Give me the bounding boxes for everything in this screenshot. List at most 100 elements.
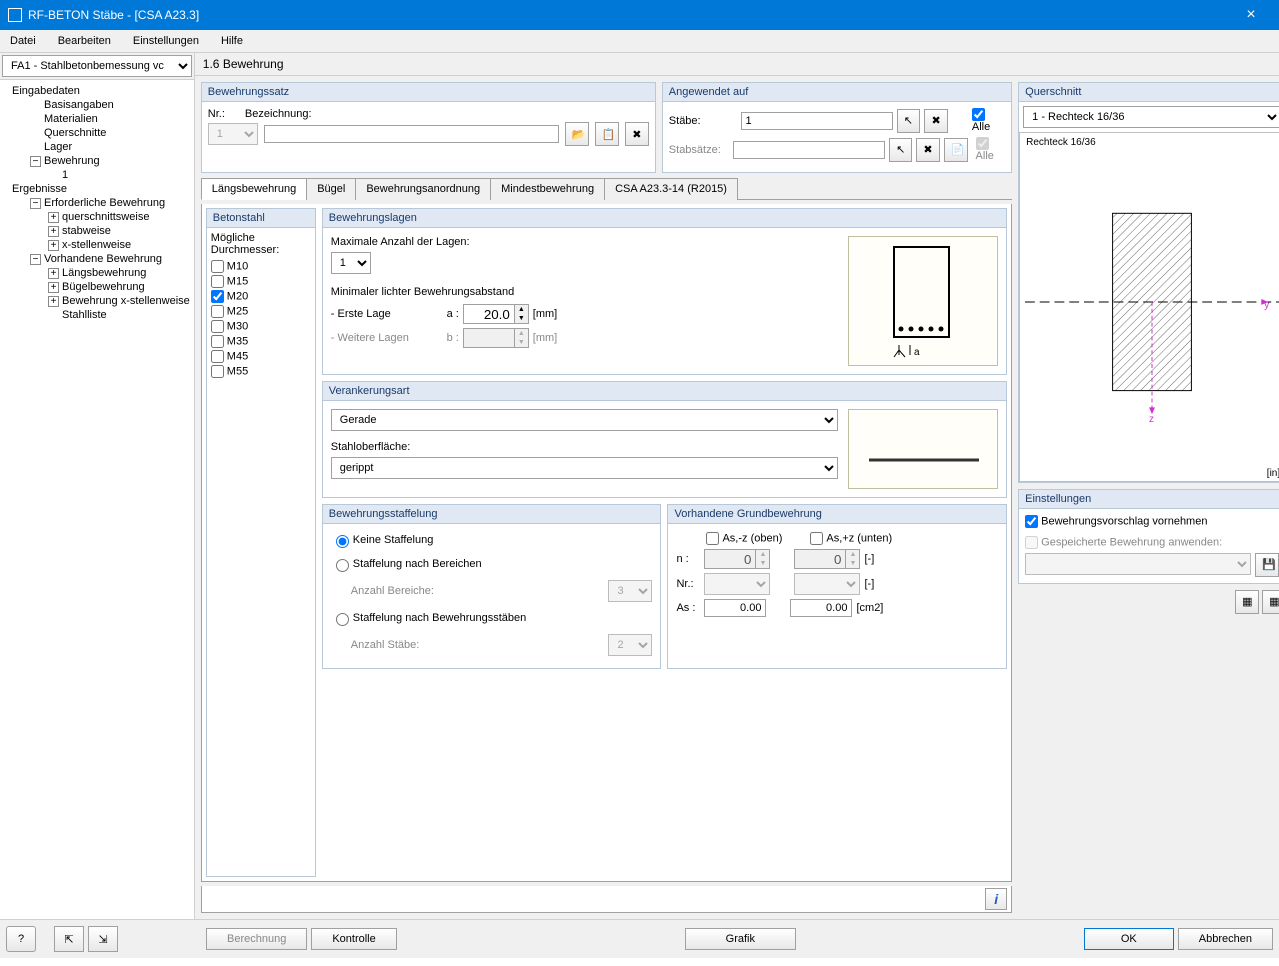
tab-buegel[interactable]: Bügel bbox=[306, 178, 356, 200]
diameter-M20[interactable]: M20 bbox=[211, 290, 311, 303]
nr-label: Nr.: bbox=[208, 108, 225, 120]
bezeichnung-input[interactable] bbox=[264, 125, 559, 143]
view-icon-2[interactable]: ▦ bbox=[1262, 590, 1279, 614]
radio-bereiche[interactable] bbox=[336, 559, 349, 572]
max-lagen-select[interactable]: 1 bbox=[331, 252, 371, 274]
tree-eingabedaten[interactable]: Eingabedaten bbox=[2, 84, 192, 98]
diameter-M30[interactable]: M30 bbox=[211, 320, 311, 333]
menu-help[interactable]: Hilfe bbox=[217, 33, 247, 49]
nav-tree: Eingabedaten Basisangaben Materialien Qu… bbox=[0, 80, 194, 919]
page-title: 1.6 Bewehrung bbox=[195, 53, 1279, 76]
staebe-select: 2 bbox=[608, 634, 652, 656]
help-icon[interactable]: ? bbox=[6, 926, 36, 952]
tabbar: Längsbewehrung Bügel Bewehrungsanordnung… bbox=[201, 177, 1012, 200]
tree-stahlliste[interactable]: Stahlliste bbox=[2, 308, 192, 322]
tab-laengsbewehrung[interactable]: Längsbewehrung bbox=[201, 178, 307, 200]
window-title: RF-BETON Stäbe - [CSA A23.3] bbox=[28, 8, 1231, 22]
kontrolle-button[interactable]: Kontrolle bbox=[311, 928, 396, 950]
ok-button[interactable]: OK bbox=[1084, 928, 1174, 950]
tree-buegelbewehrung[interactable]: +Bügelbewehrung bbox=[2, 280, 192, 294]
abbrechen-button[interactable]: Abbrechen bbox=[1178, 928, 1273, 950]
tree-bewxstellen[interactable]: +Bewehrung x-stellenweise bbox=[2, 294, 192, 308]
tree-bewehrung[interactable]: −Bewehrung bbox=[2, 154, 192, 168]
min-abstand-label: Minimaler lichter Bewehrungsabstand bbox=[331, 286, 838, 298]
vorschlag-check[interactable]: Bewehrungsvorschlag vornehmen bbox=[1025, 515, 1279, 528]
info-icon[interactable]: i bbox=[985, 888, 1007, 910]
delete-icon[interactable]: ✖ bbox=[625, 122, 649, 146]
copy-icon[interactable]: 📋 bbox=[595, 122, 619, 146]
tree-basisangaben[interactable]: Basisangaben bbox=[2, 98, 192, 112]
as1-input bbox=[704, 599, 766, 617]
weitere-lagen-label: - Weitere Lagen bbox=[331, 332, 431, 344]
pick-icon[interactable]: ↖ bbox=[897, 109, 921, 133]
b-unit: [mm] bbox=[533, 332, 557, 344]
titlebar: RF-BETON Stäbe - [CSA A23.3] × bbox=[0, 0, 1279, 30]
nr2-select bbox=[794, 573, 860, 595]
tree-vorhandene[interactable]: −Vorhandene Bewehrung bbox=[2, 252, 192, 266]
radio-staebe[interactable] bbox=[336, 613, 349, 626]
export-icon-1[interactable]: ⇱ bbox=[54, 926, 84, 952]
berechnung-button[interactable]: Berechnung bbox=[206, 928, 307, 950]
verankerung-select[interactable]: Gerade bbox=[331, 409, 838, 431]
view-icon-1[interactable]: ▦ bbox=[1235, 590, 1259, 614]
tab-csa[interactable]: CSA A23.3-14 (R2015) bbox=[604, 178, 738, 200]
staffelung-title: Bewehrungsstaffelung bbox=[323, 505, 661, 524]
menu-file[interactable]: Datei bbox=[6, 33, 40, 49]
tree-ergebnisse[interactable]: Ergebnisse bbox=[2, 182, 192, 196]
b-label: b : bbox=[435, 332, 459, 344]
open-icon[interactable]: 📂 bbox=[565, 122, 589, 146]
verankerung-title: Verankerungsart bbox=[323, 382, 1006, 401]
nr-select[interactable]: 1 bbox=[208, 123, 258, 145]
tree-querschnittsweise[interactable]: +querschnittsweise bbox=[2, 210, 192, 224]
as-unten-check[interactable]: As,+z (unten) bbox=[810, 532, 892, 545]
app-icon bbox=[8, 8, 22, 22]
save-template-icon[interactable]: 💾 bbox=[1255, 553, 1279, 577]
a-up-icon[interactable]: ▲ bbox=[514, 305, 528, 314]
tree-stabweise[interactable]: +stabweise bbox=[2, 224, 192, 238]
tab-mindest[interactable]: Mindestbewehrung bbox=[490, 178, 605, 200]
tree-bewehrung-1[interactable]: 1 bbox=[2, 168, 192, 182]
tab-anordnung[interactable]: Bewehrungsanordnung bbox=[355, 178, 491, 200]
tree-erforderliche[interactable]: −Erforderliche Bewehrung bbox=[2, 196, 192, 210]
a-unit: [mm] bbox=[533, 308, 557, 320]
alle-sets-check[interactable]: Alle bbox=[976, 137, 1006, 162]
diameter-M55[interactable]: M55 bbox=[211, 365, 311, 378]
querschnitt-select[interactable]: 1 - Rechteck 16/36 bbox=[1023, 106, 1279, 128]
case-selector[interactable]: FA1 - Stahlbetonbemessung vc bbox=[2, 55, 192, 77]
diameter-M15[interactable]: M15 bbox=[211, 275, 311, 288]
bez-label: Bezeichnung: bbox=[245, 108, 312, 120]
stabsaetze-label: Stabsätze: bbox=[669, 144, 729, 156]
menu-edit[interactable]: Bearbeiten bbox=[54, 33, 115, 49]
alle-staebe-check[interactable]: Alle bbox=[972, 108, 1005, 133]
betonstahl-panel: Betonstahl Mögliche Durchmesser: M10M15M… bbox=[206, 208, 316, 877]
tree-materialien[interactable]: Materialien bbox=[2, 112, 192, 126]
diameter-M35[interactable]: M35 bbox=[211, 335, 311, 348]
gespeicherte-check[interactable]: Gespeicherte Bewehrung anwenden: bbox=[1025, 536, 1279, 549]
diameter-M25[interactable]: M25 bbox=[211, 305, 311, 318]
diameter-M10[interactable]: M10 bbox=[211, 260, 311, 273]
oberflaeche-label: Stahloberfläche: bbox=[331, 441, 838, 453]
del-sets-icon[interactable]: ✖ bbox=[916, 138, 939, 162]
staebe-input bbox=[741, 112, 893, 130]
as-oben-check[interactable]: As,-z (oben) bbox=[706, 532, 782, 545]
del-staebe-icon[interactable]: ✖ bbox=[924, 109, 948, 133]
radio-keine[interactable] bbox=[336, 535, 349, 548]
diameter-M45[interactable]: M45 bbox=[211, 350, 311, 363]
close-icon[interactable]: × bbox=[1231, 6, 1271, 24]
tree-querschnitte[interactable]: Querschnitte bbox=[2, 126, 192, 140]
export-icon-2[interactable]: ⇲ bbox=[88, 926, 118, 952]
oberflaeche-select[interactable]: gerippt bbox=[331, 457, 838, 479]
n1-input bbox=[705, 550, 755, 568]
new-set-icon[interactable]: 📄 bbox=[944, 138, 968, 162]
menubar: Datei Bearbeiten Einstellungen Hilfe bbox=[0, 30, 1279, 53]
a-input[interactable] bbox=[464, 305, 514, 323]
tree-xstellenweise[interactable]: +x-stellenweise bbox=[2, 238, 192, 252]
grafik-button[interactable]: Grafik bbox=[685, 928, 796, 950]
menu-settings[interactable]: Einstellungen bbox=[129, 33, 203, 49]
tree-lager[interactable]: Lager bbox=[2, 140, 192, 154]
a-down-icon[interactable]: ▼ bbox=[514, 314, 528, 323]
b-input bbox=[464, 329, 514, 347]
lagen-title: Bewehrungslagen bbox=[323, 209, 1006, 228]
tree-laengsbewehrung[interactable]: +Längsbewehrung bbox=[2, 266, 192, 280]
pick-sets-icon[interactable]: ↖ bbox=[889, 138, 912, 162]
